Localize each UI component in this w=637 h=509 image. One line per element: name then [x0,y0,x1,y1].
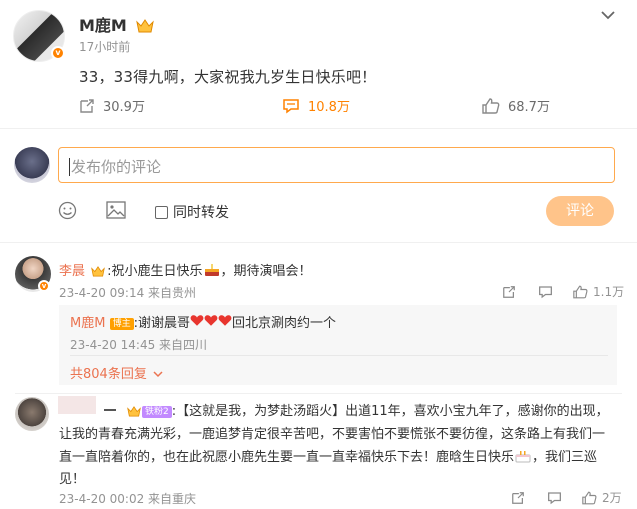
comment-icon[interactable] [538,285,553,299]
reply-meta: 23-4-20 14:45 来自四川 [70,338,208,352]
reply-author-name[interactable]: M鹿M [70,316,105,331]
checkbox[interactable] [155,206,168,219]
thumbs-up-icon [482,97,500,114]
submit-comment-button[interactable]: 评论 [546,196,614,226]
current-user-avatar[interactable] [14,147,50,183]
comment-text: 李晨 :祝小鹿生日快乐 ，期待演唱会！ [59,264,312,279]
post-time[interactable]: 17小时前 [79,38,130,55]
comment-button[interactable]: 10.8万 [282,96,350,115]
crown-icon [136,19,155,33]
comment-text: 铁粉2:【这就是我，为梦赴汤蹈火】出道11年，喜欢小宝九年了，感谢你的出现， [127,400,609,419]
author-name[interactable]: M鹿M [79,12,155,36]
comment-text-line: 直一直陪着你的，也在此祝愿小鹿先生要一直一直幸福快乐下去！鹿晗生日快乐 ，我们三巡 [59,450,598,465]
masked-username-part [104,409,116,411]
heart-emoji-icon [218,315,232,326]
comment-icon[interactable] [547,491,562,505]
divider [15,393,622,394]
chevron-down-icon [153,371,163,378]
more-replies-link[interactable]: 共804条回复 [70,363,163,382]
thumbs-up-icon [573,285,588,298]
commenter-name[interactable]: 李晨 [59,264,85,279]
heart-emoji-icon [190,315,204,326]
heart-emoji-icon [204,315,218,326]
masked-username[interactable] [58,396,96,414]
comment-actions: 1.1万 [502,283,624,300]
divider [0,242,637,243]
comment-actions: 2万 [511,489,622,506]
reply-text: M鹿M 博主:谢谢晨哥 回北京涮肉约一个 [70,315,336,331]
image-button[interactable] [106,201,126,223]
like-button[interactable]: 1.1万 [573,283,624,300]
repost-icon[interactable] [502,285,516,299]
divider [70,355,608,356]
chevron-down-icon[interactable] [601,4,615,25]
repost-icon[interactable] [511,491,525,505]
verified-badge-icon: v [38,280,50,292]
like-button[interactable]: 68.7万 [482,96,550,115]
smiley-icon [58,201,77,220]
comment-text-line: 见！ [59,472,86,487]
repost-icon [80,98,94,113]
comment-meta: 23-4-20 00:02 来自重庆 [59,492,197,506]
image-icon [106,201,126,219]
comment-input[interactable]: 发布你的评论 [58,147,615,183]
comment-icon [283,98,299,113]
crown-icon [127,406,141,417]
fan-level-badge: 铁粉2 [142,406,172,418]
also-repost-toggle[interactable]: 同时转发 [155,202,229,222]
post-text: 33，33得九啊，大家祝我九岁生日快乐吧！ [79,68,377,86]
comment-text-line: 让我的青春充满光彩，一鹿追梦肯定很辛苦吧，不要害怕不要慌张不要彷徨，这条路上有我… [59,427,606,442]
thumbs-up-icon [582,491,597,504]
cake-emoji-icon [515,451,531,463]
text-caret [69,158,70,176]
author-tag-badge: 博主 [109,318,134,330]
divider [0,128,637,129]
cake-emoji-icon [204,264,219,276]
crown-icon [91,266,106,277]
like-button[interactable]: 2万 [582,489,622,506]
repost-button[interactable]: 30.9万 [79,96,145,115]
commenter-avatar[interactable] [15,397,49,431]
emoji-button[interactable] [58,201,77,224]
verified-badge-icon: v [51,46,65,60]
comment-meta: 23-4-20 09:14 来自贵州 [59,286,197,300]
